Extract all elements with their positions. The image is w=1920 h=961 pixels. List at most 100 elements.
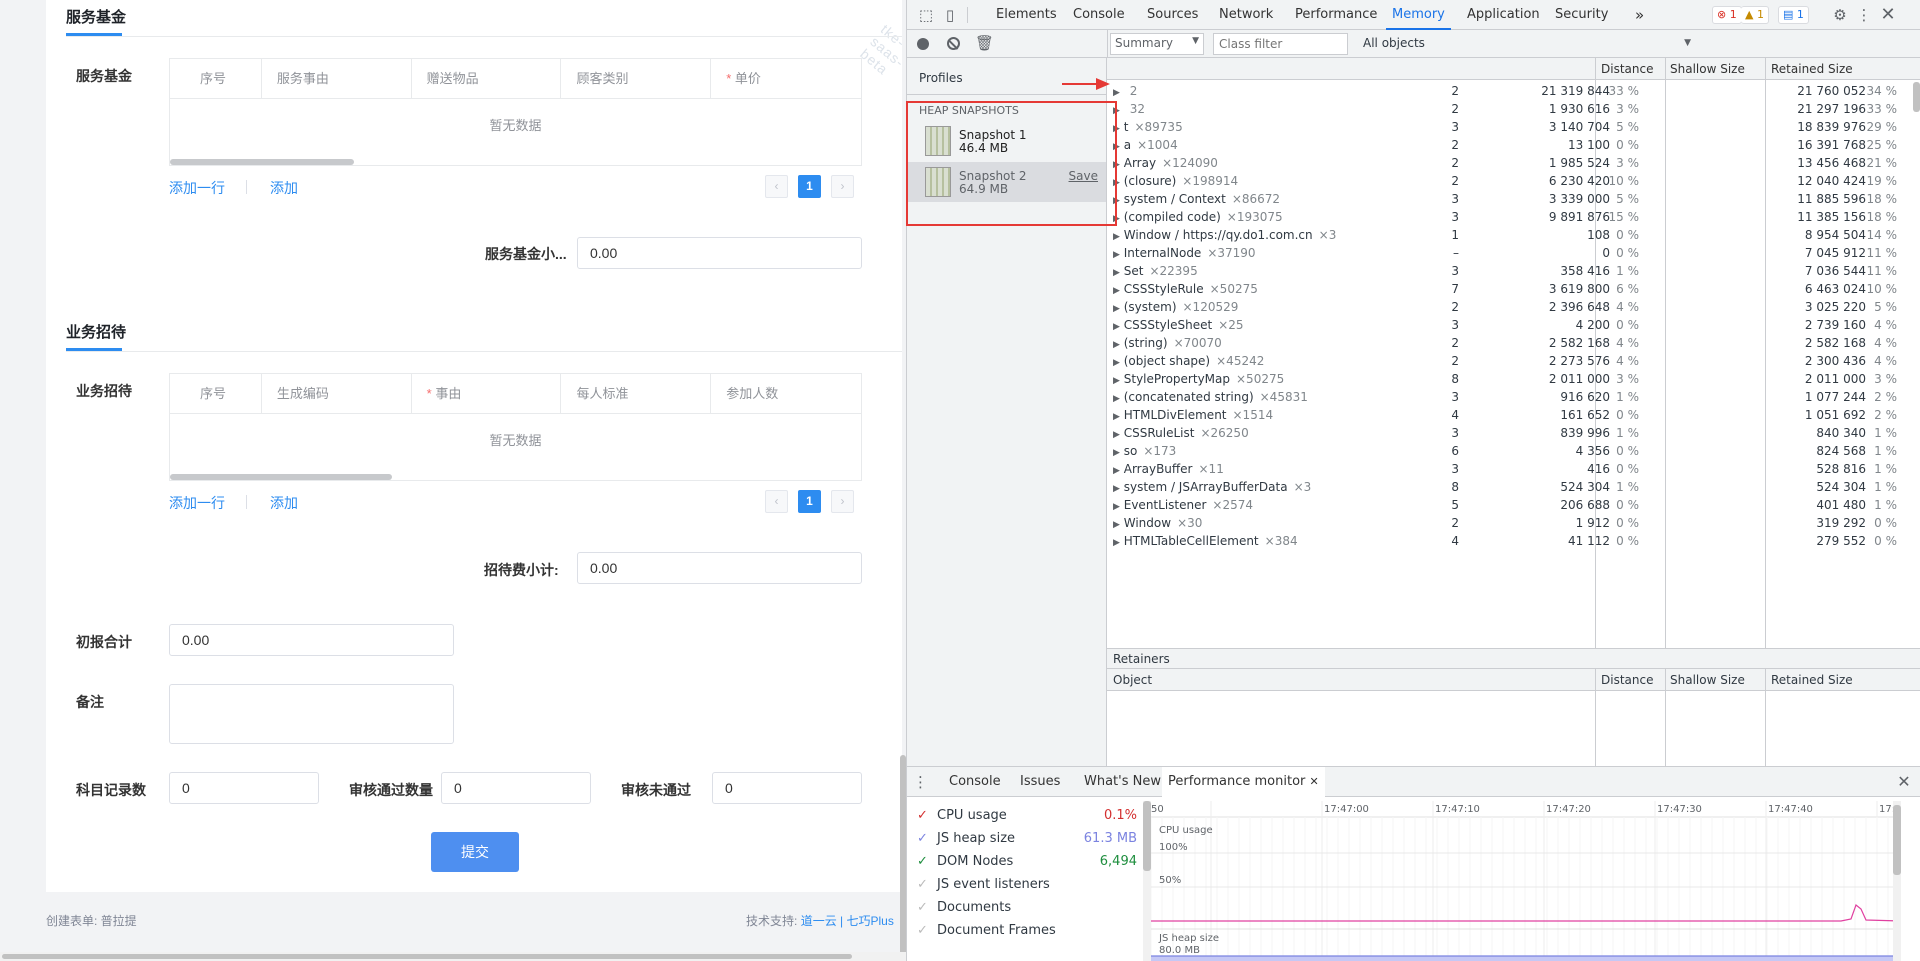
shallow-size-header[interactable]: Shallow Size <box>1670 669 1745 691</box>
tab-sources[interactable]: Sources <box>1147 0 1198 30</box>
expand-triangle-icon[interactable]: ▶ <box>1113 286 1120 296</box>
submit-button[interactable]: 提交 <box>431 832 519 872</box>
metrics-scrollbar[interactable] <box>1143 801 1151 961</box>
heap-row[interactable]: ▶ (closure) ×198914 2 6 230 420 10 % 12 040 4… <box>1107 172 1907 190</box>
add-link[interactable]: 添加 <box>270 178 298 198</box>
expand-triangle-icon[interactable]: ▶ <box>1113 484 1120 494</box>
prev-page-button[interactable]: ‹ <box>765 490 788 513</box>
expand-triangle-icon[interactable]: ▶ <box>1113 340 1120 350</box>
rejected-count-input[interactable]: 0 <box>712 772 862 804</box>
heap-row[interactable]: ▶ CSSStyleRule ×50275 7 3 619 800 6 % 6 463 0… <box>1107 280 1907 298</box>
page-1-button[interactable]: 1 <box>798 175 821 198</box>
remarks-textarea[interactable] <box>169 684 454 744</box>
close-tab-icon[interactable]: ✕ <box>1310 775 1319 788</box>
record-icon[interactable] <box>917 38 929 50</box>
class-filter-field[interactable] <box>1214 34 1347 54</box>
expand-triangle-icon[interactable]: ▶ <box>1113 304 1120 314</box>
metric-row[interactable]: ✓ DOM Nodes 6,494 <box>917 851 1137 873</box>
checkbox-icon[interactable]: ✓ <box>917 851 928 873</box>
heap-row[interactable]: ▶ ArrayBuffer ×11 3 416 0 % 528 816 1 % <box>1107 460 1907 478</box>
expand-triangle-icon[interactable]: ▶ <box>1113 232 1120 242</box>
heap-row[interactable]: ▶ (string) ×70070 2 2 582 168 4 % 2 582 168 4 … <box>1107 334 1907 352</box>
page-1-button[interactable]: 1 <box>798 490 821 513</box>
shallow-size-header[interactable]: Shallow Size <box>1670 58 1745 80</box>
view-select[interactable]: Summary ▼ <box>1110 33 1204 55</box>
retained-size-header[interactable]: Retained Size <box>1771 58 1853 80</box>
expand-triangle-icon[interactable]: ▶ <box>1113 394 1120 404</box>
checkbox-icon[interactable]: ✓ <box>917 874 928 896</box>
distance-header[interactable]: Distance <box>1601 58 1653 80</box>
metric-row[interactable]: ✓ Document Frames <box>917 920 1137 942</box>
drawer-tab-whats-new[interactable]: What's New <box>1084 767 1161 797</box>
heap-row[interactable]: ▶ (object shape) ×45242 2 2 273 576 4 % 2 300… <box>1107 352 1907 370</box>
tab-console[interactable]: Console <box>1073 0 1125 30</box>
next-page-button[interactable]: › <box>831 490 854 513</box>
scroll-thumb[interactable] <box>1143 801 1151 871</box>
heap-row[interactable]: ▶ (system) ×120529 2 2 396 648 4 % 3 025 220 5… <box>1107 298 1907 316</box>
object-header[interactable]: Object <box>1113 669 1152 691</box>
object-filter-select[interactable]: All objects ▼ <box>1359 33 1691 55</box>
prev-page-button[interactable]: ‹ <box>765 175 788 198</box>
expand-triangle-icon[interactable]: ▶ <box>1113 502 1120 512</box>
checkbox-icon[interactable]: ✓ <box>917 828 928 850</box>
checkbox-icon[interactable]: ✓ <box>917 897 928 919</box>
heap-row[interactable]: ▶ Array ×124090 2 1 985 524 3 % 13 456 468 21 … <box>1107 154 1907 172</box>
kebab-menu-icon[interactable]: ⋮ <box>1855 0 1873 30</box>
tab-network[interactable]: Network <box>1219 0 1273 30</box>
expand-triangle-icon[interactable]: ▶ <box>1113 376 1120 386</box>
heap-row[interactable]: ▶ CSSRuleList ×26250 3 839 996 1 % 840 340 1 % <box>1107 424 1907 442</box>
table-scrollbar[interactable] <box>170 474 392 480</box>
expand-triangle-icon[interactable]: ▶ <box>1113 412 1120 422</box>
expand-triangle-icon[interactable]: ▶ <box>1113 538 1120 548</box>
metric-row[interactable]: ✓ JS event listeners <box>917 874 1137 896</box>
warnings-badge[interactable]: ▲ 1 <box>1741 6 1769 24</box>
heap-row[interactable]: ▶ CSSStyleSheet ×25 3 4 200 0 % 2 739 160 4 % <box>1107 316 1907 334</box>
heap-row[interactable]: ▶ (concatenated string) ×45831 3 916 620 1 %… <box>1107 388 1907 406</box>
device-toolbar-icon[interactable]: ▯ <box>939 0 961 30</box>
expand-triangle-icon[interactable]: ▶ <box>1113 448 1120 458</box>
heap-row[interactable]: ▶ Window ×30 2 1 912 0 % 319 292 0 % <box>1107 514 1907 532</box>
heap-row[interactable]: ▶ EventListener ×2574 5 206 688 0 % 401 480 1 … <box>1107 496 1907 514</box>
checkbox-icon[interactable]: ✓ <box>917 805 928 827</box>
drawer-tab-console[interactable]: Console <box>949 767 1001 797</box>
heap-row[interactable]: ▶ Set ×22395 3 358 416 1 % 7 036 544 11 % <box>1107 262 1907 280</box>
more-tabs-button[interactable]: » <box>1635 0 1644 30</box>
expand-triangle-icon[interactable]: ▶ <box>1113 466 1120 476</box>
service-fund-subtotal-input[interactable]: 0.00 <box>577 237 862 269</box>
expand-triangle-icon[interactable]: ▶ <box>1113 322 1120 332</box>
metric-row[interactable]: ✓ CPU usage 0.1% <box>917 805 1137 827</box>
checkbox-icon[interactable]: ✓ <box>917 920 928 942</box>
approved-count-input[interactable]: 0 <box>441 772 591 804</box>
heap-row[interactable]: ▶ a ×1004 2 13 100 0 % 16 391 768 25 % <box>1107 136 1907 154</box>
trash-icon[interactable]: 🗑 <box>975 34 994 52</box>
expand-triangle-icon[interactable]: ▶ <box>1113 250 1120 260</box>
tab-application[interactable]: Application <box>1467 0 1540 30</box>
retained-size-header[interactable]: Retained Size <box>1771 669 1853 691</box>
heap-row[interactable]: ▶ 32 2 1 930 616 3 % 21 297 196 33 % <box>1107 100 1907 118</box>
heap-row[interactable]: ▶ so ×173 6 4 356 0 % 824 568 1 % <box>1107 442 1907 460</box>
inspect-element-icon[interactable]: ⬚ <box>915 0 937 30</box>
expand-triangle-icon[interactable]: ▶ <box>1113 88 1120 98</box>
add-row-link[interactable]: 添加一行 <box>169 493 225 513</box>
initial-total-input[interactable]: 0.00 <box>169 624 454 656</box>
grid-scrollbar-thumb[interactable] <box>1913 82 1920 112</box>
footer-support-link[interactable]: 道一云 | 七巧Plus <box>801 914 894 928</box>
heap-row[interactable]: ▶ t ×89735 3 3 140 704 5 % 18 839 976 29 % <box>1107 118 1907 136</box>
heap-row[interactable]: ▶ system / JSArrayBufferData ×3 8 524 304 1 … <box>1107 478 1907 496</box>
messages-badge[interactable]: ▤ 1 <box>1778 6 1809 24</box>
table-scrollbar[interactable] <box>170 159 354 165</box>
hospitality-subtotal-input[interactable]: 0.00 <box>577 552 862 584</box>
clear-icon[interactable] <box>947 37 960 50</box>
heap-row[interactable]: ▶ 2 2 21 319 844 33 % 21 760 052 34 % <box>1107 82 1907 100</box>
drawer-tab-performance-monitor[interactable]: Performance monitor ✕ <box>1162 767 1325 797</box>
drawer-tab-issues[interactable]: Issues <box>1020 767 1060 797</box>
heap-row[interactable]: ▶ HTMLDivElement ×1514 4 161 652 0 % 1 051 69… <box>1107 406 1907 424</box>
heap-row[interactable]: ▶ (compiled code) ×193075 3 9 891 876 15 % 11… <box>1107 208 1907 226</box>
tab-performance[interactable]: Performance <box>1295 0 1377 30</box>
heap-row[interactable]: ▶ InternalNode ×37190 – 0 0 % 7 045 912 11 % <box>1107 244 1907 262</box>
close-drawer-icon[interactable]: ✕ <box>1893 767 1915 797</box>
scroll-thumb[interactable] <box>2 954 852 959</box>
next-page-button[interactable]: › <box>831 175 854 198</box>
errors-badge[interactable]: ⊗ 1 <box>1712 6 1742 24</box>
heap-row[interactable]: ▶ system / Context ×86672 3 3 339 000 5 % 11 … <box>1107 190 1907 208</box>
